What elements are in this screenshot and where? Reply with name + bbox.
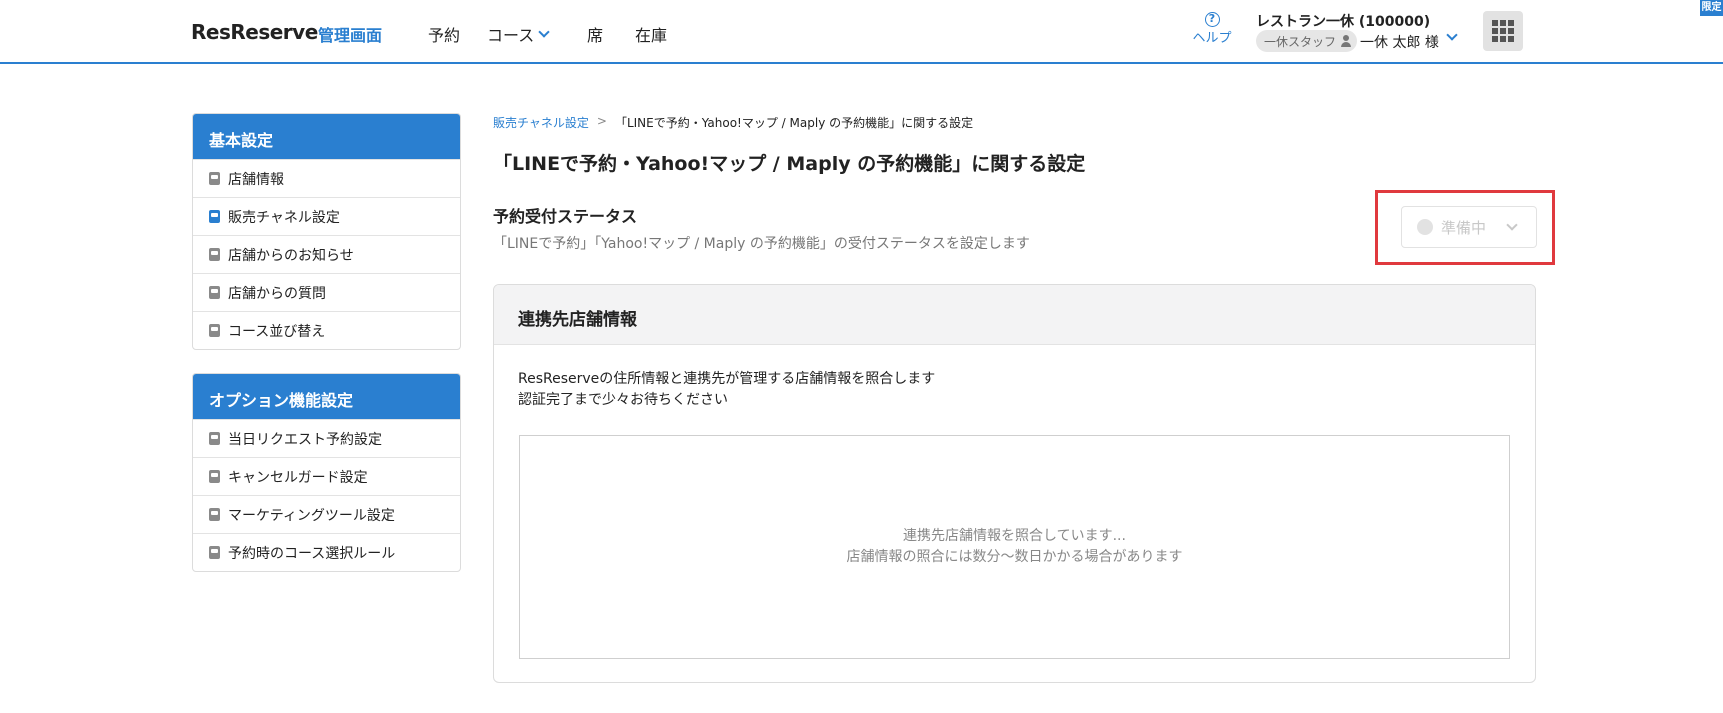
nav-seats[interactable]: 席 xyxy=(587,22,603,46)
book-icon xyxy=(209,172,220,185)
user-name: 一休 太郎 様 xyxy=(1360,35,1439,51)
sidebar-item-label: コース並び替え xyxy=(228,323,326,340)
sidebar-item-store-questions[interactable]: 店舗からの質問 xyxy=(193,273,460,311)
sidebar-item-label: マーケティングツール設定 xyxy=(228,507,395,524)
chevron-down-icon xyxy=(538,26,550,38)
pending-message: 連携先店舗情報を照合しています... xyxy=(903,528,1126,544)
sidebar-item-store-info[interactable]: 店舗情報 xyxy=(193,159,460,197)
staff-badge: 一休スタッフ xyxy=(1256,30,1358,52)
sidebar-item-label: 予約時のコース選択ルール xyxy=(228,545,396,562)
sidebar-basic-settings: 基本設定 店舗情報 販売チャネル設定 店舗からのお知らせ 店舗からの質問 コース… xyxy=(192,113,461,350)
sidebar-item-course-selection-rule[interactable]: 予約時のコース選択ルール xyxy=(193,533,460,571)
sidebar-item-label: 当日リクエスト予約設定 xyxy=(228,431,382,448)
chevron-down-icon xyxy=(1446,29,1458,41)
sidebar-item-label: 店舗からのお知らせ xyxy=(228,247,354,264)
book-icon xyxy=(209,248,220,261)
top-header: ResReserve 管理画面 予約 コース 席 在庫 ? ヘルプ レストラン一… xyxy=(0,0,1723,64)
sidebar-item-marketing-tools[interactable]: マーケティングツール設定 xyxy=(193,495,460,533)
page-title: 「LINEで予約・Yahoo!マップ / Maply の予約機能」に関する設定 xyxy=(493,153,1086,175)
user-menu-toggle[interactable] xyxy=(1446,24,1458,43)
sidebar-item-label: 販売チャネル設定 xyxy=(228,209,340,226)
nav-courses[interactable]: コース xyxy=(487,22,550,46)
status-select-value: 準備中 xyxy=(1441,218,1487,237)
card-title: 連携先店舗情報 xyxy=(494,285,1535,345)
sidebar-item-sales-channel[interactable]: 販売チャネル設定 xyxy=(193,197,460,235)
sidebar-item-store-notices[interactable]: 店舗からのお知らせ xyxy=(193,235,460,273)
sidebar-item-label: キャンセルガード設定 xyxy=(228,469,368,486)
sidebar-item-cancel-guard[interactable]: キャンセルガード設定 xyxy=(193,457,460,495)
sidebar-options-title: オプション機能設定 xyxy=(193,374,460,419)
book-icon xyxy=(209,432,220,445)
card-description-line: ResReserveの住所情報と連携先が管理する店舗情報を照合します xyxy=(518,371,936,387)
sidebar-basic-title: 基本設定 xyxy=(193,114,460,159)
breadcrumb-current: 「LINEで予約・Yahoo!マップ / Maply の予約機能」に関する設定 xyxy=(614,116,974,130)
question-circle-icon: ? xyxy=(1204,12,1220,27)
book-icon xyxy=(209,324,220,337)
status-dot-icon xyxy=(1417,219,1433,235)
person-icon xyxy=(1340,35,1352,47)
limited-tag: 限定 xyxy=(1700,0,1723,16)
sidebar-option-settings: オプション機能設定 当日リクエスト予約設定 キャンセルガード設定 マーケティング… xyxy=(192,373,461,572)
nav-reservations[interactable]: 予約 xyxy=(428,22,460,46)
chevron-down-icon xyxy=(1506,219,1518,231)
apps-grid-button[interactable] xyxy=(1483,11,1523,51)
help-label: ヘルプ xyxy=(1192,31,1232,46)
nav-courses-label: コース xyxy=(487,26,535,45)
card-description-line: 認証完了まで少々お待ちください xyxy=(518,392,728,408)
pending-note: 店舗情報の照合には数分〜数日かかる場合があります xyxy=(846,549,1183,565)
book-icon xyxy=(209,470,220,483)
breadcrumb-separator: > xyxy=(596,114,607,128)
sidebar-item-course-order[interactable]: コース並び替え xyxy=(193,311,460,349)
book-icon xyxy=(209,210,220,223)
app-logo-subtitle[interactable]: 管理画面 xyxy=(318,22,382,46)
breadcrumb-link-sales-channel[interactable]: 販売チャネル設定 xyxy=(493,114,589,131)
sidebar-item-label: 店舗からの質問 xyxy=(228,285,326,302)
book-icon xyxy=(209,286,220,299)
nav-inventory[interactable]: 在庫 xyxy=(635,22,667,46)
verification-pending-panel: 連携先店舗情報を照合しています... 店舗情報の照合には数分〜数日かかる場合があ… xyxy=(519,435,1510,659)
app-logo[interactable]: ResReserve xyxy=(191,20,318,44)
card-description: ResReserveの住所情報と連携先が管理する店舗情報を照合します 認証完了ま… xyxy=(518,369,935,411)
sidebar-item-label: 店舗情報 xyxy=(228,171,284,188)
book-icon xyxy=(209,508,220,521)
book-icon xyxy=(209,546,220,559)
status-section-title: 予約受付ステータス xyxy=(493,207,638,226)
linked-store-info-card: 連携先店舗情報 ResReserveの住所情報と連携先が管理する店舗情報を照合し… xyxy=(493,284,1536,683)
help-button[interactable]: ? ヘルプ xyxy=(1189,11,1235,46)
sidebar-item-same-day-request[interactable]: 当日リクエスト予約設定 xyxy=(193,419,460,457)
status-section-description: 「LINEで予約」「Yahoo!マップ / Maply の予約機能」の受付ステー… xyxy=(493,236,1030,252)
status-select[interactable]: 準備中 xyxy=(1401,206,1537,248)
staff-badge-label: 一休スタッフ xyxy=(1264,34,1337,49)
restaurant-name: レストラン一休 (100000) xyxy=(1256,14,1431,30)
breadcrumb: 販売チャネル設定 > 「LINEで予約・Yahoo!マップ / Maply の予… xyxy=(493,114,973,131)
